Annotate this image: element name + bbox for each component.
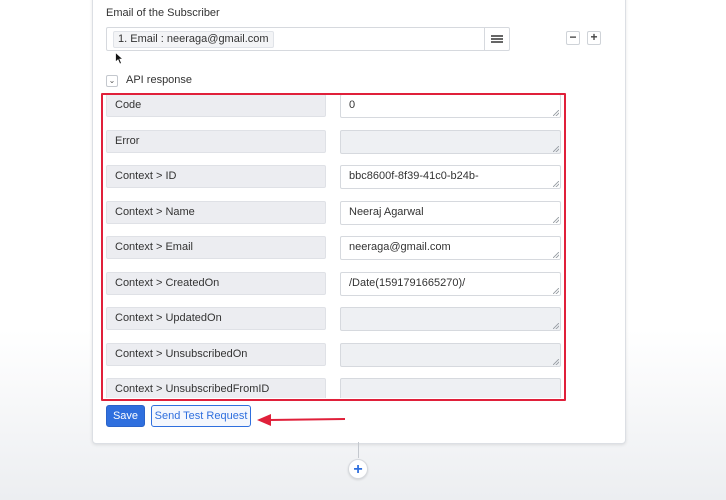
arrow-icon: [257, 414, 346, 426]
response-value[interactable]: [340, 342, 561, 367]
menu-icon: [491, 35, 503, 37]
response-key: Context > UpdatedOn: [106, 307, 326, 330]
response-value[interactable]: 0: [340, 94, 561, 118]
response-row: Context > Email neeraga@gmail.com: [106, 236, 562, 272]
resize-handle-icon[interactable]: [553, 110, 559, 116]
flow-connector: [358, 442, 359, 458]
response-value[interactable]: /Date(1591791665270)/: [340, 271, 561, 296]
response-row: Code 0: [106, 94, 562, 130]
response-row: Context > Name Neeraj Agarwal: [106, 200, 562, 237]
resize-handle-icon[interactable]: [553, 216, 559, 223]
response-row: Context > UpdatedOn: [106, 307, 562, 343]
api-response-table: Code 0 Error Context > ID bbc8600f-8f39-…: [106, 94, 562, 398]
mouse-cursor-icon: [115, 52, 124, 65]
response-row: Context > UnsubscribedOn: [106, 342, 562, 379]
response-value[interactable]: [340, 307, 561, 331]
email-field-label: Email of the Subscriber: [106, 7, 220, 19]
response-key: Context > UnsubscribedFromID: [106, 378, 326, 398]
resize-handle-icon[interactable]: [553, 323, 559, 329]
response-row: Context > UnsubscribedFromID: [106, 378, 562, 398]
response-value[interactable]: Neeraj Agarwal: [340, 200, 561, 225]
response-row: Context > ID bbc8600f-8f39-41c0-b24b-: [106, 165, 562, 201]
add-step-button[interactable]: +: [348, 459, 368, 479]
resize-handle-icon[interactable]: [553, 181, 559, 187]
api-response-label: API response: [126, 74, 193, 86]
resize-handle-icon[interactable]: [553, 287, 559, 294]
response-value[interactable]: bbc8600f-8f39-41c0-b24b-: [340, 165, 561, 189]
remove-field-button[interactable]: −: [566, 31, 580, 45]
resize-handle-icon[interactable]: [553, 145, 559, 152]
email-chip: 1. Email : neeraga@gmail.com: [113, 31, 274, 48]
response-value[interactable]: neeraga@gmail.com: [340, 236, 561, 260]
response-value[interactable]: [340, 129, 561, 154]
add-field-button[interactable]: +: [587, 31, 601, 45]
save-button[interactable]: Save: [106, 405, 145, 427]
response-key: Context > Email: [106, 236, 326, 259]
resize-handle-icon[interactable]: [553, 252, 559, 258]
response-value[interactable]: [340, 378, 561, 398]
response-key: Code: [106, 94, 326, 117]
response-key: Context > UnsubscribedOn: [106, 342, 326, 366]
response-key: Context > CreatedOn: [106, 271, 326, 295]
email-select[interactable]: 1. Email : neeraga@gmail.com: [106, 27, 510, 51]
chevron-down-icon[interactable]: ⌄: [106, 75, 118, 87]
resize-handle-icon[interactable]: [553, 358, 559, 365]
send-test-request-button[interactable]: Send Test Request: [151, 405, 251, 427]
response-row: Error: [106, 129, 562, 166]
response-row: Context > CreatedOn /Date(1591791665270)…: [106, 271, 562, 308]
field-menu-button[interactable]: [484, 28, 509, 50]
response-key: Error: [106, 129, 326, 153]
response-key: Context > Name: [106, 200, 326, 224]
response-key: Context > ID: [106, 165, 326, 188]
